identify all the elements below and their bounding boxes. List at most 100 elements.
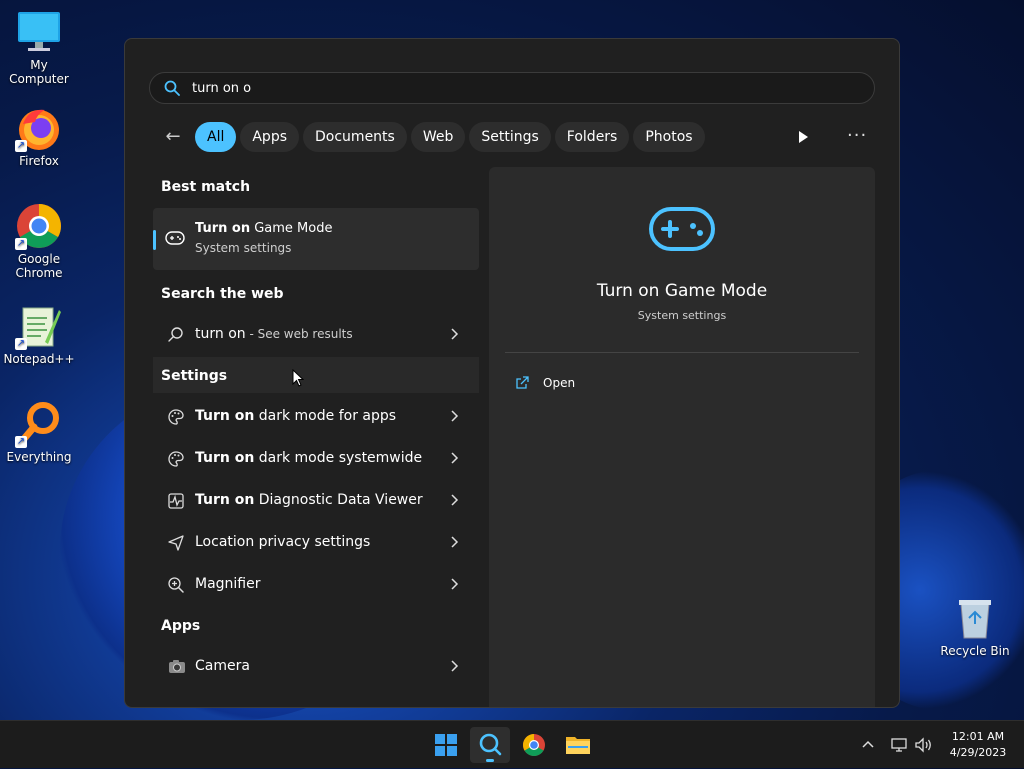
diagnostic-icon: [168, 493, 184, 509]
web-search-result[interactable]: turn on - See web results: [153, 315, 479, 355]
shortcut-arrow-icon: ↗: [15, 140, 27, 152]
desktop-icon-label: Everything: [6, 450, 72, 464]
back-arrow-icon[interactable]: ←: [161, 125, 185, 149]
shortcut-arrow-icon: ↗: [15, 338, 27, 350]
gamepad-icon: [165, 231, 185, 245]
windows-logo-icon: [435, 734, 457, 756]
monitor-icon: [15, 8, 63, 56]
desktop-icon-recycle-bin[interactable]: Recycle Bin: [938, 596, 1012, 658]
search-icon: [164, 80, 180, 96]
best-match-title: Turn on Game Mode: [195, 221, 333, 236]
section-best-match: Best match: [161, 179, 251, 195]
filter-folders[interactable]: Folders: [554, 122, 630, 152]
palette-icon: [168, 409, 184, 425]
chrome-icon: [523, 734, 545, 756]
settings-result-dark-mode-systemwide[interactable]: Turn on dark mode systemwide: [153, 439, 479, 479]
recycle-bin-icon: [955, 596, 995, 640]
preview-subtitle: System settings: [637, 309, 727, 322]
chevron-right-icon: [451, 660, 459, 672]
search-icon: [479, 733, 502, 756]
desktop-icon-everything[interactable]: ↗ Everything: [0, 400, 78, 464]
web-search-text: turn on - See web results: [195, 326, 353, 342]
preview-divider: [505, 352, 859, 353]
best-match-result[interactable]: Turn on Game Mode System settings: [153, 208, 479, 270]
filter-bar: ← All Apps Documents Web Settings Folder…: [161, 121, 709, 153]
chevron-right-icon: [451, 536, 459, 548]
result-text: Turn on dark mode for apps: [195, 408, 397, 424]
start-button[interactable]: [426, 727, 466, 763]
app-result-camera[interactable]: Camera: [153, 647, 479, 687]
section-search-web: Search the web: [161, 286, 284, 302]
preview-title: Turn on Game Mode: [596, 281, 768, 301]
settings-result-magnifier[interactable]: Magnifier: [153, 565, 479, 605]
chevron-up-icon[interactable]: [860, 737, 876, 753]
filter-all[interactable]: All: [195, 122, 237, 152]
open-external-icon: [516, 376, 529, 389]
section-settings: Settings: [161, 368, 228, 384]
chevron-right-icon: [451, 452, 459, 464]
result-text: Camera: [195, 658, 250, 674]
desktop-icon-label: Notepad++: [3, 352, 75, 366]
result-text: Location privacy settings: [195, 534, 371, 550]
gamepad-icon: [649, 207, 715, 251]
desktop-icon-notepadpp[interactable]: ↗ Notepad++: [0, 302, 78, 366]
settings-result-diagnostic-viewer[interactable]: Turn on Diagnostic Data Viewer: [153, 481, 479, 521]
search-panel: ← All Apps Documents Web Settings Folder…: [124, 38, 900, 708]
camera-icon: [169, 660, 185, 673]
search-input[interactable]: [192, 77, 832, 99]
preview-pane: Turn on Game Mode System settings Open: [489, 167, 875, 707]
notepadpp-icon: ↗: [15, 302, 63, 350]
chrome-icon: ↗: [15, 202, 63, 250]
result-text: Magnifier: [195, 576, 261, 592]
magnifier-icon: [168, 577, 184, 593]
filter-apps[interactable]: Apps: [240, 122, 300, 152]
active-indicator: [486, 759, 494, 762]
selection-accent: [153, 230, 156, 250]
location-icon: [168, 535, 184, 551]
filter-documents[interactable]: Documents: [303, 122, 407, 152]
desktop-icon-label: Google Chrome: [15, 252, 63, 280]
desktop-icon-my-computer[interactable]: My Computer: [0, 8, 78, 86]
search-box[interactable]: [149, 72, 875, 104]
open-action-label: Open: [543, 376, 576, 390]
settings-result-location-privacy[interactable]: Location privacy settings: [153, 523, 479, 563]
chevron-right-icon: [451, 494, 459, 506]
clock-date: 4/29/2023: [949, 746, 1007, 759]
shortcut-arrow-icon: ↗: [15, 238, 27, 250]
folder-icon: [566, 737, 590, 754]
taskbar-chrome-button[interactable]: [514, 727, 554, 763]
clock[interactable]: 12:01 AM 4/29/2023: [940, 729, 1016, 761]
shortcut-arrow-icon: ↗: [15, 436, 27, 448]
everything-icon: ↗: [15, 400, 63, 448]
open-action[interactable]: Open: [515, 373, 575, 393]
result-text: Turn on dark mode systemwide: [195, 450, 423, 466]
search-icon: [168, 327, 183, 342]
section-apps: Apps: [161, 618, 201, 634]
recycle-bin-label: Recycle Bin: [940, 644, 1010, 658]
palette-icon: [168, 451, 184, 467]
chevron-right-icon: [451, 578, 459, 590]
network-icon[interactable]: [890, 737, 910, 753]
filter-settings[interactable]: Settings: [469, 122, 551, 152]
volume-icon[interactable]: [914, 737, 934, 753]
firefox-icon: ↗: [15, 104, 63, 152]
desktop-icon-firefox[interactable]: ↗ Firefox: [0, 104, 78, 168]
system-tray: [860, 721, 934, 769]
result-text: Turn on Diagnostic Data Viewer: [195, 492, 423, 508]
desktop-icon-chrome[interactable]: ↗ Google Chrome: [0, 202, 78, 280]
taskbar-file-explorer-button[interactable]: [558, 727, 598, 763]
desktop-icon-label: My Computer: [9, 58, 69, 86]
settings-result-dark-mode-apps[interactable]: Turn on dark mode for apps: [153, 397, 479, 437]
more-options-icon[interactable]: ···: [847, 125, 867, 146]
filter-web[interactable]: Web: [410, 122, 466, 152]
clock-time: 12:01 AM: [951, 730, 1005, 743]
taskbar-search-button[interactable]: [470, 727, 510, 763]
mouse-cursor-icon: [292, 369, 304, 387]
taskbar: 12:01 AM 4/29/2023: [0, 720, 1024, 768]
best-match-subtitle: System settings: [195, 241, 292, 255]
chevron-right-icon: [451, 328, 459, 340]
play-more-filters-icon[interactable]: [795, 129, 811, 145]
chevron-right-icon: [451, 410, 459, 422]
desktop-icon-label: Firefox: [19, 154, 59, 168]
filter-photos[interactable]: Photos: [633, 122, 705, 152]
